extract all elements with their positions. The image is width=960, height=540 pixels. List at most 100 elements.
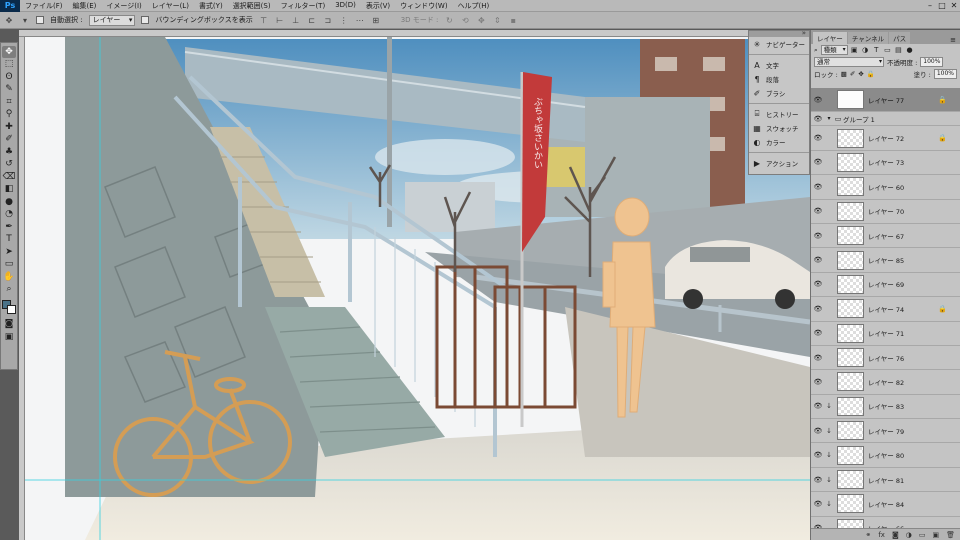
layer-row[interactable]: 👁 ↓ レイヤー 84 (811, 492, 960, 517)
layer-row[interactable]: 👁 ↓ レイヤー 83 (811, 394, 960, 420)
blur-tool-icon[interactable]: ● (2, 196, 16, 208)
type-tool-icon[interactable]: T (2, 233, 16, 245)
visibility-eye-icon[interactable]: 👁 (811, 378, 825, 386)
menu-item[interactable]: ウィンドウ(W) (395, 1, 452, 11)
pen-tool-icon[interactable]: ✒ (2, 221, 16, 233)
layer-thumbnail[interactable] (837, 470, 864, 490)
group-expand-icon[interactable]: ▾ (825, 115, 833, 122)
pixel-filter-icon[interactable]: ▣ (851, 47, 858, 54)
lock-transparency-icon[interactable]: ▩ (841, 70, 847, 78)
layer-thumbnail[interactable] (837, 226, 864, 246)
scale-3d-icon[interactable]: ▪ (508, 15, 518, 25)
marquee-tool-icon[interactable]: ⬚ (2, 58, 16, 70)
visibility-eye-icon[interactable]: 👁 (811, 183, 825, 191)
layer-row[interactable]: 👁 レイヤー 76 (811, 345, 960, 371)
layer-name[interactable]: グループ 1 (843, 114, 875, 124)
visibility-eye-icon[interactable]: 👁 (811, 134, 825, 142)
layer-name[interactable]: レイヤー 83 (868, 401, 904, 411)
layer-name[interactable]: レイヤー 84 (868, 499, 904, 509)
zoom-tool-icon[interactable]: ⌕ (2, 283, 16, 295)
auto-select-checkbox[interactable] (36, 16, 44, 24)
lock-move-icon[interactable]: ✥ (858, 70, 863, 78)
new-group-icon[interactable]: ▭ (919, 531, 926, 539)
layer-thumbnail[interactable] (837, 323, 864, 343)
layer-thumbnail[interactable] (837, 348, 864, 368)
layer-thumbnail[interactable] (837, 299, 864, 319)
shape-filter-icon[interactable]: ▭ (884, 47, 891, 54)
layer-name[interactable]: レイヤー 60 (868, 182, 904, 192)
layer-name[interactable]: レイヤー 85 (868, 255, 904, 265)
layer-row[interactable]: 👁 レイヤー 69 (811, 272, 960, 298)
menu-item[interactable]: ファイル(F) (20, 1, 68, 11)
distribute-icon[interactable]: ⋮ (339, 15, 349, 25)
color-swatches[interactable] (2, 299, 16, 314)
layer-row[interactable]: 👁 ↓ レイヤー 80 (811, 443, 960, 468)
align-top-icon[interactable]: ⊤ (259, 15, 269, 25)
layer-row[interactable]: 👁 レイヤー 60 (811, 175, 960, 200)
lock-all-icon[interactable]: 🔒 (867, 70, 875, 78)
gradient-tool-icon[interactable]: ◧ (2, 183, 16, 195)
layer-name[interactable]: レイヤー 73 (868, 157, 904, 167)
visibility-eye-icon[interactable]: 👁 (811, 96, 825, 104)
history-item[interactable]: ⌸ ヒストリー (749, 107, 809, 121)
visibility-eye-icon[interactable]: 👁 (811, 500, 825, 508)
layer-row[interactable]: 👁 レイヤー 70 (811, 199, 960, 224)
visibility-eye-icon[interactable]: 👁 (811, 354, 825, 362)
align-center-icon[interactable]: ⊐ (323, 15, 333, 25)
stamp-tool-icon[interactable]: ♣ (2, 146, 16, 158)
eraser-tool-icon[interactable]: ⌫ (2, 171, 16, 183)
layer-thumbnail[interactable] (837, 372, 864, 392)
minimize-button[interactable]: – (924, 0, 936, 12)
distribute-h-icon[interactable]: ⋯ (355, 15, 365, 25)
trash-icon[interactable]: 🗑 (946, 531, 955, 539)
menu-item[interactable]: 書式(Y) (194, 1, 228, 11)
layer-row[interactable]: 👁 レイヤー 67 (811, 223, 960, 249)
tab-layers[interactable]: レイヤー (813, 32, 847, 44)
layer-thumbnail[interactable] (837, 494, 864, 514)
layer-name[interactable]: レイヤー 74 (868, 304, 904, 314)
layer-row[interactable]: 👁レイヤー 66 (811, 516, 960, 528)
menu-item[interactable]: 編集(E) (68, 1, 102, 11)
navigator-item[interactable]: ✳ ナビゲーター (749, 37, 809, 51)
visibility-eye-icon[interactable]: 👁 (811, 476, 825, 484)
layer-row[interactable]: 👁 ↓ レイヤー 81 (811, 467, 960, 493)
drag-3d-icon[interactable]: ✥ (476, 15, 486, 25)
move-tool-icon[interactable]: ✥ (2, 45, 16, 58)
visibility-eye-icon[interactable]: 👁 (811, 115, 825, 123)
quick-mask-icon[interactable]: ◙ (2, 318, 16, 330)
layer-name[interactable]: レイヤー 79 (868, 426, 904, 436)
layer-thumbnail[interactable] (837, 177, 864, 197)
close-button[interactable]: ✕ (948, 0, 960, 12)
layer-row[interactable]: 👁 レイヤー 71 (811, 321, 960, 346)
visibility-eye-icon[interactable]: 👁 (811, 451, 825, 459)
layer-name[interactable]: レイヤー 81 (868, 475, 904, 485)
crop-tool-icon[interactable]: ⌗ (2, 96, 16, 108)
healing-tool-icon[interactable]: ✚ (2, 121, 16, 133)
rotate-3d-icon[interactable]: ↻ (444, 15, 454, 25)
layer-name[interactable]: レイヤー 76 (868, 353, 904, 363)
opacity-input[interactable]: 100% (920, 57, 944, 67)
paragraph-item[interactable]: ¶ 段落 (749, 72, 809, 86)
fx-icon[interactable]: fx (878, 531, 885, 539)
visibility-eye-icon[interactable]: 👁 (811, 256, 825, 264)
auto-align-icon[interactable]: ⊞ (371, 15, 381, 25)
bounding-box-checkbox[interactable] (141, 16, 150, 24)
layer-name[interactable]: レイヤー 69 (868, 279, 904, 289)
layer-name[interactable]: レイヤー 71 (868, 328, 904, 338)
layer-thumbnail[interactable] (837, 128, 864, 148)
menu-item[interactable]: 3D(D) (330, 1, 361, 11)
tab-paths[interactable]: パス (889, 32, 911, 44)
layer-thumbnail[interactable] (837, 421, 864, 441)
menu-item[interactable]: ヘルプ(H) (453, 1, 495, 11)
adjustment-filter-icon[interactable]: ◑ (862, 47, 869, 54)
background-color-swatch[interactable] (7, 304, 16, 314)
adjustment-icon[interactable]: ◑ (906, 531, 912, 539)
layer-group-row[interactable]: 👁 ▾ ▭ グループ 1 (811, 112, 960, 127)
layer-name[interactable]: レイヤー 72 (868, 133, 904, 143)
layer-filter-dropdown[interactable]: 種類 (820, 45, 848, 55)
brush-item[interactable]: ✐ ブラシ (749, 86, 809, 100)
tab-channels[interactable]: チャンネル (847, 32, 889, 44)
document-canvas[interactable]: ぶちゃ坂さいかい (25, 37, 810, 540)
layer-name[interactable]: レイヤー 82 (868, 377, 904, 387)
blend-mode-dropdown[interactable]: 通常 (814, 57, 884, 67)
